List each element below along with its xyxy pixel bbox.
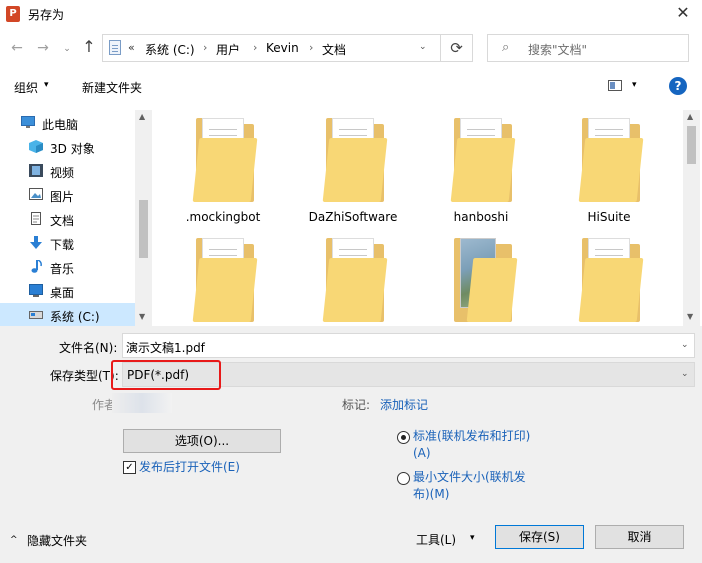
scroll-up-icon[interactable]: ▲ <box>139 112 145 121</box>
chevron-up-icon[interactable]: ^ <box>10 535 18 545</box>
author-value-redacted[interactable] <box>112 393 172 413</box>
sidebar-item-system-drive[interactable]: 系统 (C:) <box>0 303 135 327</box>
sidebar-item-this-pc[interactable]: 此电脑 <box>0 111 135 135</box>
caret-down-icon[interactable]: ▾ <box>44 80 49 90</box>
scroll-down-icon[interactable]: ▼ <box>139 312 145 321</box>
folder-item-hisuite[interactable]: HiSuite <box>554 114 664 224</box>
annotation-highlight-box <box>111 360 221 390</box>
breadcrumb-documents[interactable]: 文档 <box>322 41 346 58</box>
breadcrumb-overflow[interactable]: « <box>128 41 135 54</box>
documents-icon <box>31 212 41 225</box>
sidebar-item-3d-objects[interactable]: 3D 对象 <box>0 135 135 159</box>
breadcrumb-separator[interactable]: › <box>253 41 257 54</box>
scroll-up-icon[interactable]: ▲ <box>687 112 693 121</box>
drive-icon <box>29 311 43 319</box>
sidebar-item-label: 音乐 <box>50 262 75 276</box>
folder-item-mockingbot[interactable]: .mockingbot <box>168 114 278 224</box>
hide-folders-button[interactable]: 隐藏文件夹 <box>27 532 87 549</box>
sidebar-item-label: 系统 (C:) <box>50 310 100 324</box>
recent-locations-chevron-icon[interactable]: ⌄ <box>60 40 74 58</box>
search-placeholder: 搜索"文档" <box>528 43 588 57</box>
refresh-icon[interactable]: ⟳ <box>441 34 473 62</box>
title-bar: P 另存为 ✕ <box>0 0 702 28</box>
tools-button[interactable]: 工具(L) <box>416 531 456 548</box>
open-after-publish-checkbox[interactable]: ✓ <box>123 461 136 474</box>
breadcrumb-drive[interactable]: 系统 (C:) <box>145 41 195 58</box>
back-arrow-icon[interactable]: ← <box>8 39 26 57</box>
video-icon <box>29 164 43 177</box>
window-title: 另存为 <box>28 8 65 22</box>
filename-value[interactable]: 演示文稿1.pdf <box>126 339 205 356</box>
new-folder-button[interactable]: 新建文件夹 <box>82 79 142 96</box>
folder-item-hanboshi[interactable]: hanboshi <box>426 114 536 224</box>
minimum-size-label[interactable]: 最小文件大小(联机发 布)(M) <box>413 469 526 503</box>
folder-item-dazhisoftware[interactable]: DaZhiSoftware <box>298 114 408 224</box>
nav-pane-scroll-thumb[interactable] <box>139 200 148 258</box>
document-folder-icon <box>109 40 121 55</box>
downloads-icon <box>30 236 42 249</box>
forward-arrow-icon[interactable]: → <box>34 39 52 57</box>
navigation-pane: 此电脑 3D 对象 视频 图片 文档 下载 音乐 桌面 系统 (C:) <box>0 110 152 327</box>
tags-label: 标记: <box>342 398 371 412</box>
chevron-down-icon[interactable]: ⌄ <box>681 340 689 350</box>
sidebar-item-video[interactable]: 视频 <box>0 159 135 183</box>
powerpoint-icon: P <box>6 6 20 22</box>
standard-optimize-radio[interactable] <box>397 431 410 444</box>
breadcrumb-kevin[interactable]: Kevin <box>266 41 299 55</box>
sidebar-item-label: 此电脑 <box>42 118 79 132</box>
add-tags-link[interactable]: 添加标记 <box>380 396 428 413</box>
sidebar-item-music[interactable]: 音乐 <box>0 255 135 279</box>
folder-name: .mockingbot <box>185 210 261 224</box>
sidebar-item-label: 视频 <box>50 166 75 180</box>
search-input[interactable]: ⌕ 搜索"文档" <box>487 34 689 62</box>
up-arrow-icon[interactable]: ↑ <box>80 38 98 56</box>
sidebar-item-label: 下载 <box>50 238 75 252</box>
file-list: .mockingbot DaZhiSoftware hanboshi HiSui… <box>152 110 683 326</box>
file-list-scroll-thumb[interactable] <box>687 126 696 164</box>
sidebar-item-desktop[interactable]: 桌面 <box>0 279 135 303</box>
minimum-size-radio[interactable] <box>397 472 410 485</box>
breadcrumb-separator[interactable]: › <box>309 41 313 54</box>
cancel-button[interactable]: 取消 <box>595 525 684 549</box>
chevron-down-icon[interactable]: ⌄ <box>419 42 427 52</box>
caret-down-icon[interactable]: ▾ <box>632 80 637 90</box>
sidebar-item-downloads[interactable]: 下载 <box>0 231 135 255</box>
sidebar-item-label: 桌面 <box>50 286 75 300</box>
scroll-down-icon[interactable]: ▼ <box>687 312 693 321</box>
save-button[interactable]: 保存(S) <box>495 525 584 549</box>
folder-name: DaZhiSoftware <box>308 210 398 224</box>
breadcrumb-users[interactable]: 用户 <box>216 41 240 58</box>
breadcrumb-separator[interactable]: › <box>203 41 207 54</box>
sidebar-item-label: 图片 <box>50 190 75 204</box>
open-after-publish-label[interactable]: 发布后打开文件(E) <box>139 459 240 476</box>
standard-optimize-label[interactable]: 标准(联机发布和打印) (A) <box>413 428 530 462</box>
folder-name: HiSuite <box>587 210 631 224</box>
change-view-icon[interactable] <box>608 80 622 91</box>
pc-icon <box>21 116 35 128</box>
chevron-down-icon[interactable]: ⌄ <box>681 369 689 379</box>
music-icon <box>31 260 42 273</box>
sidebar-item-pictures[interactable]: 图片 <box>0 183 135 207</box>
sidebar-item-documents[interactable]: 文档 <box>0 207 135 231</box>
filetype-label: 保存类型(T): <box>50 369 119 383</box>
options-button[interactable]: 选项(O)... <box>123 429 281 453</box>
caret-down-icon[interactable]: ▾ <box>470 533 475 543</box>
sidebar-item-label: 3D 对象 <box>50 142 95 156</box>
3d-objects-icon <box>29 140 43 153</box>
filename-field[interactable]: 演示文稿1.pdf ⌄ <box>122 333 695 358</box>
organize-button[interactable]: 组织 <box>14 79 38 96</box>
search-icon: ⌕ <box>502 40 510 55</box>
desktop-icon <box>29 284 43 297</box>
toolbar: 组织 ▾ 新建文件夹 ▾ <box>0 70 702 102</box>
close-button[interactable]: ✕ <box>668 2 698 24</box>
help-icon[interactable]: ? <box>669 77 687 95</box>
folder-name: hanboshi <box>453 210 509 224</box>
sidebar-item-label: 文档 <box>50 214 75 228</box>
address-bar[interactable]: « 系统 (C:) › 用户 › Kevin › 文档 ⌄ <box>102 34 441 62</box>
pictures-icon <box>29 188 43 200</box>
filename-label: 文件名(N): <box>59 341 118 355</box>
